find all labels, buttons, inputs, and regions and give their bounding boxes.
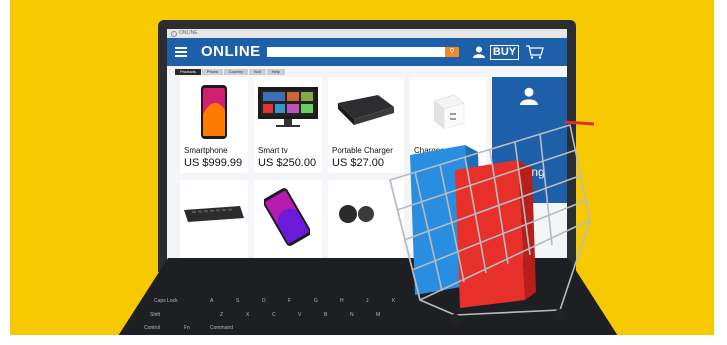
store-header: ONLINE ⚲ BUY (167, 38, 567, 66)
key-fn[interactable]: Fn (184, 325, 190, 331)
promo-user-icon (520, 87, 538, 105)
product-card-smartphone-2[interactable] (254, 180, 322, 265)
product-name: Smart tv (258, 146, 288, 155)
key-b[interactable]: B (324, 312, 327, 318)
tab-sell[interactable]: Sell (248, 69, 266, 75)
search-icon: ⚲ (449, 48, 455, 55)
product-card-smart-tv[interactable]: Smart tv US $250.00 (254, 77, 322, 173)
tab-help[interactable]: Help (266, 69, 285, 75)
browser-tab-label[interactable]: ONLINE (179, 29, 198, 38)
menu-icon[interactable] (175, 47, 187, 57)
key-control[interactable]: Control (144, 325, 160, 331)
category-tabs: Products Prices Country Sell Help (175, 69, 286, 75)
key-command[interactable]: Command (210, 325, 233, 331)
key-d[interactable]: D (262, 298, 266, 304)
product-price: US $250.00 (258, 157, 317, 169)
key-h[interactable]: H (340, 298, 344, 304)
browser-tab-icon (171, 31, 177, 37)
product-card-keyboard[interactable] (180, 180, 248, 265)
smartphone-icon (264, 188, 310, 246)
key-f[interactable]: F (288, 298, 291, 304)
key-c[interactable]: C (272, 312, 276, 318)
key-n[interactable]: N (350, 312, 354, 318)
keyboard-product-icon (184, 206, 244, 222)
tab-products[interactable]: Products (175, 69, 201, 75)
search-input[interactable] (267, 47, 445, 57)
search-button[interactable]: ⚲ (445, 47, 459, 57)
shopping-cart-icon (389, 120, 595, 326)
key-v[interactable]: V (298, 312, 301, 318)
key-g[interactable]: G (314, 298, 318, 304)
key-s[interactable]: S (236, 298, 239, 304)
tv-icon (258, 87, 318, 127)
background-scene: ONLINE ONLINE ⚲ BUY Products Prices Coun… (10, 0, 714, 335)
product-card-smartphone[interactable]: Smartphone US $999.99 (180, 77, 248, 173)
key-shift[interactable]: Shift (150, 312, 160, 318)
key-a[interactable]: A (210, 298, 213, 304)
buy-button[interactable]: BUY (490, 45, 519, 60)
tab-prices[interactable]: Prices (201, 69, 223, 75)
product-price: US $999.99 (184, 157, 243, 169)
browser-bar: ONLINE (167, 29, 567, 38)
store-logo[interactable]: ONLINE (201, 43, 261, 60)
product-name: Smartphone (184, 146, 228, 155)
key-x[interactable]: X (246, 312, 249, 318)
smartphone-icon (201, 85, 227, 139)
key-caps-lock[interactable]: Caps Lock (154, 298, 178, 304)
key-z[interactable]: Z (220, 312, 223, 318)
tab-country[interactable]: Country (223, 69, 248, 75)
cart-icon[interactable] (526, 45, 544, 59)
user-icon[interactable] (473, 46, 485, 58)
